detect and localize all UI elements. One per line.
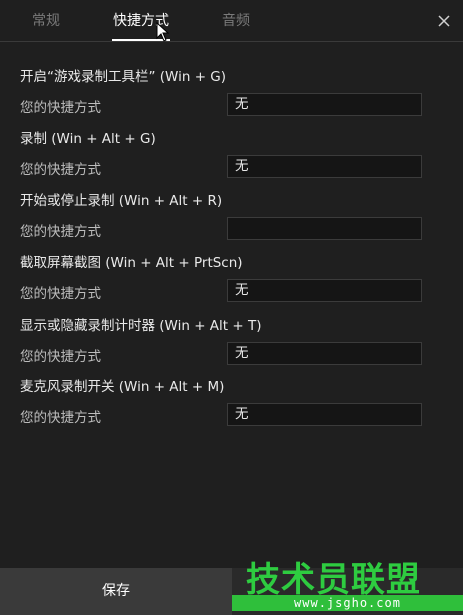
- save-button[interactable]: 保存: [0, 568, 232, 615]
- watermark-url: www.jsgho.com: [232, 595, 463, 611]
- shortcut-input[interactable]: 无: [227, 155, 422, 178]
- tab-audio[interactable]: 音频: [222, 12, 250, 30]
- mouse-cursor-icon: [156, 22, 170, 42]
- shortcut-row-label: 您的快捷方式: [20, 349, 101, 365]
- shortcut-row-label: 您的快捷方式: [20, 162, 101, 178]
- watermark-title: 技术员联盟: [246, 560, 421, 600]
- watermark: 技术员联盟 www.jsgho.com: [232, 560, 463, 615]
- section-title: 截取屏幕截图 (Win + Alt + PrtScn): [20, 255, 243, 271]
- shortcut-input[interactable]: [227, 217, 422, 240]
- tab-bar: 常规 快捷方式 音频: [0, 0, 463, 42]
- shortcut-input[interactable]: 无: [227, 403, 422, 426]
- section-title: 开始或停止录制 (Win + Alt + R): [20, 193, 223, 209]
- shortcut-input[interactable]: 无: [227, 342, 422, 365]
- shortcut-row-label: 您的快捷方式: [20, 224, 101, 240]
- shortcut-row-label: 您的快捷方式: [20, 286, 101, 302]
- tab-general[interactable]: 常规: [32, 12, 60, 30]
- shortcut-row-label: 您的快捷方式: [20, 100, 101, 116]
- shortcut-row-label: 您的快捷方式: [20, 410, 101, 426]
- shortcut-input[interactable]: 无: [227, 279, 422, 302]
- footer-bar: 保存 技术员联盟 www.jsgho.com: [0, 560, 463, 615]
- section-title: 开启“游戏录制工具栏” (Win + G): [20, 69, 227, 85]
- section-title: 录制 (Win + Alt + G): [20, 131, 156, 147]
- section-title: 麦克风录制开关 (Win + Alt + M): [20, 379, 225, 395]
- section-title: 显示或隐藏录制计时器 (Win + Alt + T): [20, 318, 262, 334]
- shortcut-input[interactable]: 无: [227, 93, 422, 116]
- close-icon[interactable]: [435, 12, 453, 30]
